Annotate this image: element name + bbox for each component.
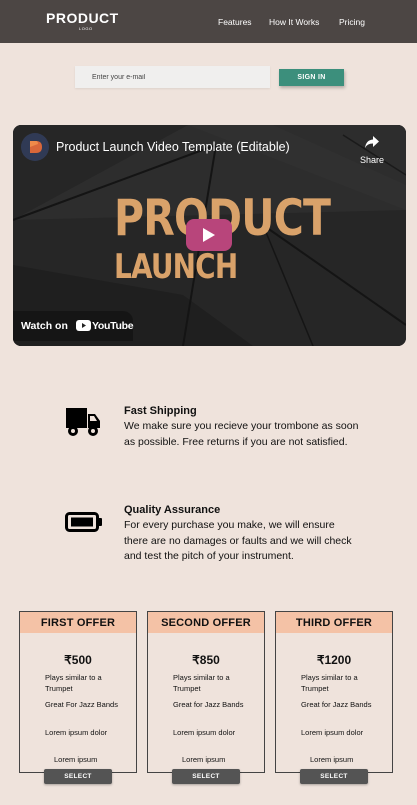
feature-description-quality-assurance: For every purchase you make, we will ens… (124, 519, 352, 562)
nav-link-features[interactable]: Features (218, 17, 252, 27)
email-input[interactable] (75, 66, 270, 88)
card-feature: Plays similar to a Trumpet (173, 673, 230, 693)
nav-link-how-it-works[interactable]: How It Works (269, 17, 319, 27)
share-button[interactable]: Share (358, 135, 386, 165)
card-title: SECOND OFFER (148, 612, 264, 633)
card-feature: Great For Jazz Bands (45, 700, 118, 709)
select-second-offer-button[interactable]: SELECT (172, 769, 240, 784)
play-button[interactable] (186, 219, 232, 251)
watch-on-label: Watch on (21, 320, 68, 332)
play-icon (203, 228, 215, 242)
card-price: ₹1200 (316, 653, 352, 667)
card-feature: Great for Jazz Bands (301, 700, 372, 709)
channel-logo-icon (21, 133, 49, 161)
video-title[interactable]: Product Launch Video Template (Editable) (56, 140, 290, 154)
share-label: Share (359, 155, 385, 165)
youtube-label: YouTube (92, 320, 134, 332)
video-embed[interactable]: Product Launch Video Template (Editable)… (13, 125, 406, 346)
card-feature: Lorem ipsum dolor (301, 728, 364, 737)
card-price: ₹850 (192, 653, 220, 667)
card-feature: Plays similar to a Trumpet (301, 673, 358, 693)
pricing-card-first: FIRST OFFER ₹500 Plays similar to a Trum… (19, 611, 137, 773)
nav-link-pricing[interactable]: Pricing (339, 17, 365, 27)
card-title: THIRD OFFER (276, 612, 392, 633)
card-feature: Lorem ipsum (182, 755, 226, 764)
top-navbar: PRODUCT LOGO Features How It Works Prici… (0, 0, 417, 43)
card-title: FIRST OFFER (20, 612, 136, 633)
card-feature: Lorem ipsum dolor (173, 728, 236, 737)
channel-avatar[interactable] (21, 133, 49, 161)
card-feature: Plays similar to a Trumpet (45, 673, 102, 693)
logo-subtitle: LOGO (79, 26, 93, 31)
feature-title-fast-shipping: Fast Shipping (124, 405, 197, 417)
card-feature: Lorem ipsum dolor (45, 728, 108, 737)
sign-in-button[interactable]: SIGN IN (279, 69, 344, 86)
share-arrow-icon (365, 136, 379, 148)
watch-on-youtube-link[interactable]: Watch on YouTube (13, 311, 134, 341)
card-feature: Lorem ipsum (310, 755, 354, 764)
select-first-offer-button[interactable]: SELECT (44, 769, 112, 784)
battery-icon (65, 512, 102, 532)
card-feature: Lorem ipsum (54, 755, 98, 764)
logo[interactable]: PRODUCT (46, 10, 119, 26)
select-third-offer-button[interactable]: SELECT (300, 769, 368, 784)
feature-description-fast-shipping: We make sure you recieve your trombone a… (124, 420, 359, 448)
card-price: ₹500 (64, 653, 92, 667)
pricing-card-third: THIRD OFFER ₹1200 Plays similar to a Tru… (275, 611, 393, 773)
card-feature: Great for Jazz Bands (173, 700, 244, 709)
truck-icon (66, 408, 100, 436)
feature-title-quality-assurance: Quality Assurance (124, 504, 221, 516)
youtube-icon (76, 320, 91, 331)
pricing-card-second: SECOND OFFER ₹850 Plays similar to a Tru… (147, 611, 265, 773)
video-headline-launch: LAUNCH (114, 247, 238, 287)
